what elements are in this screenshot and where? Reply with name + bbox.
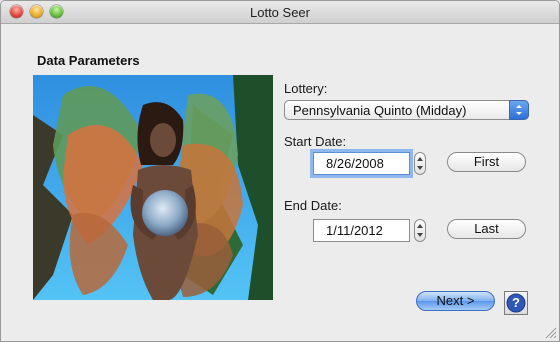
lottery-select[interactable]: Pennsylvania Quinto (Midday) bbox=[284, 100, 529, 120]
end-date-stepper[interactable] bbox=[414, 219, 426, 242]
help-button[interactable]: ? bbox=[504, 291, 528, 315]
resize-grip-icon[interactable] bbox=[543, 325, 557, 339]
section-title: Data Parameters bbox=[37, 53, 140, 68]
last-button[interactable]: Last bbox=[447, 219, 526, 239]
window-title: Lotto Seer bbox=[250, 5, 310, 20]
help-icon: ? bbox=[506, 293, 526, 313]
lottery-label: Lottery: bbox=[284, 81, 328, 96]
popup-arrows-icon bbox=[509, 100, 529, 120]
stepper-icon bbox=[417, 157, 423, 170]
svg-text:?: ? bbox=[512, 295, 520, 310]
title-bar: Lotto Seer bbox=[1, 1, 559, 24]
start-date-label: Start Date: bbox=[284, 134, 347, 149]
end-date-label: End Date: bbox=[284, 198, 342, 213]
first-button[interactable]: First bbox=[447, 152, 526, 172]
start-date-field[interactable]: 8/26/2008 bbox=[313, 152, 410, 175]
end-date-field[interactable]: 1/11/2012 bbox=[313, 219, 410, 242]
fairy-illustration bbox=[33, 75, 273, 300]
stepper-icon bbox=[417, 224, 423, 237]
lottery-selected-value: Pennsylvania Quinto (Midday) bbox=[293, 103, 467, 118]
app-window: Lotto Seer Data Parameters Lottery: Penn… bbox=[0, 0, 560, 342]
next-button[interactable]: Next > bbox=[416, 291, 495, 311]
start-date-stepper[interactable] bbox=[414, 152, 426, 175]
